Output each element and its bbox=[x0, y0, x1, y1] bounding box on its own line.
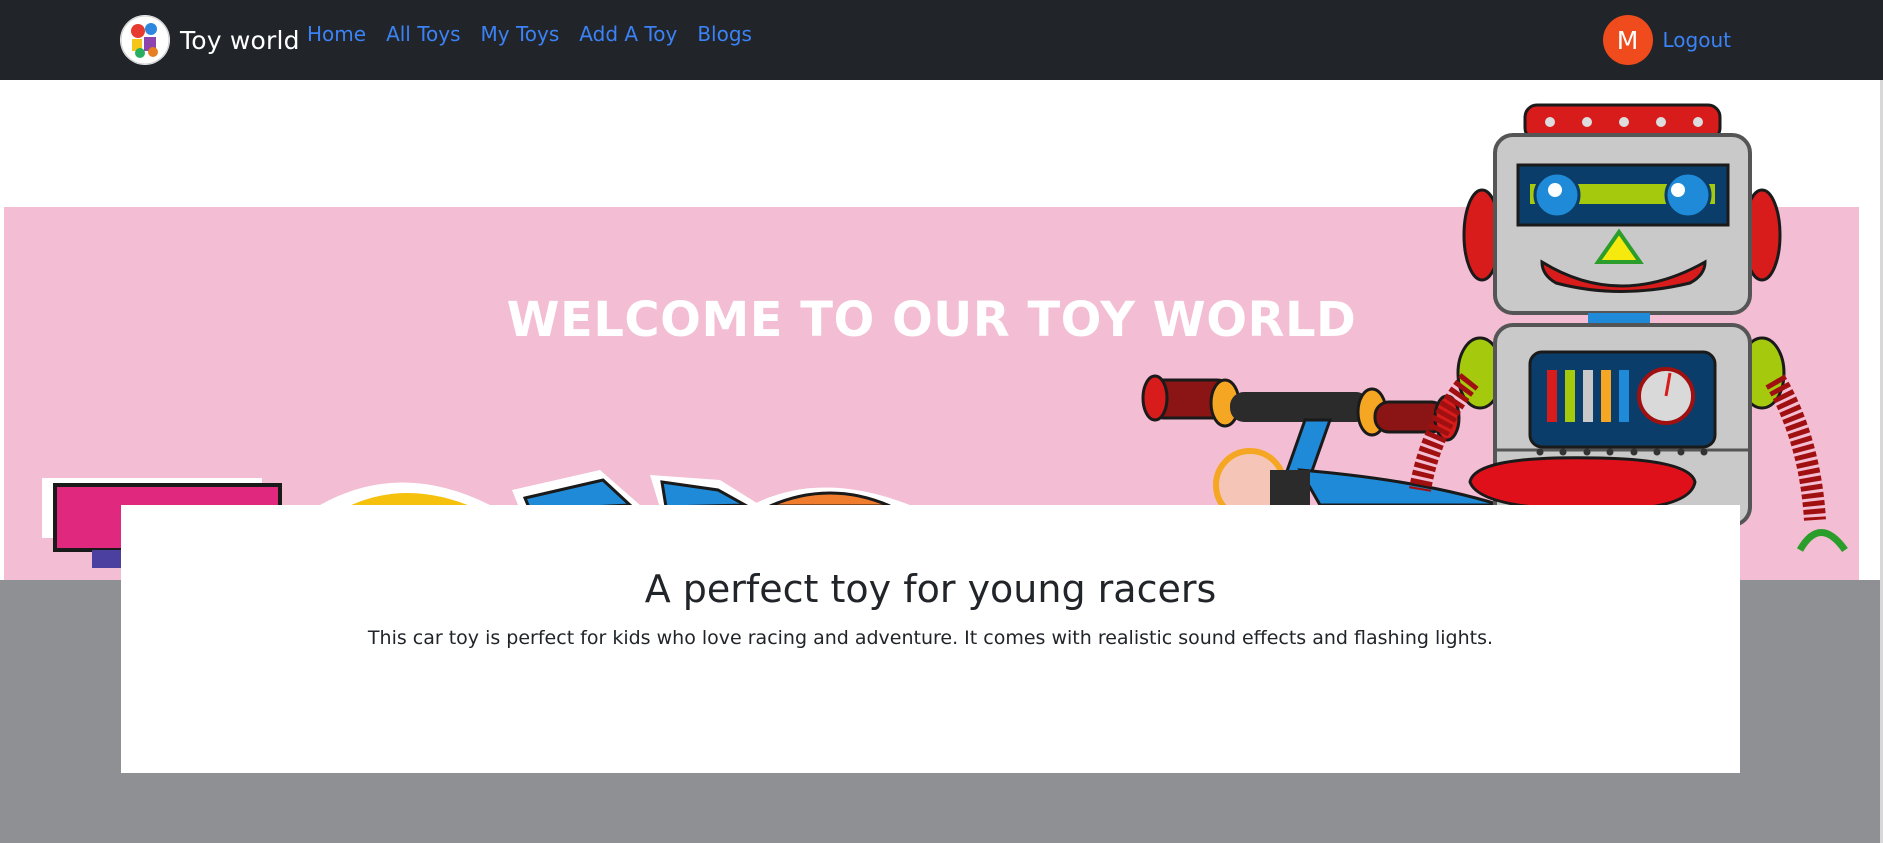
brand[interactable]: Toy world bbox=[120, 10, 300, 70]
nav-link-blogs[interactable]: Blogs bbox=[697, 22, 752, 46]
hero-title: WELCOME TO OUR TOY WORLD bbox=[506, 292, 1357, 348]
nav-link-home[interactable]: Home bbox=[307, 22, 366, 46]
avatar[interactable]: M bbox=[1602, 15, 1653, 65]
navbar: Toy world Home All Toys My Toys Add A To… bbox=[0, 0, 1883, 80]
nav-user-area: M Logout bbox=[1602, 10, 1731, 70]
toy-world-logo-icon bbox=[120, 15, 170, 65]
card-title: A perfect toy for young racers bbox=[644, 567, 1217, 611]
logout-link[interactable]: Logout bbox=[1663, 28, 1731, 52]
nav-link-all-toys[interactable]: All Toys bbox=[386, 22, 460, 46]
feature-card: A perfect toy for young racers This car … bbox=[121, 505, 1740, 773]
brand-name[interactable]: Toy world bbox=[180, 26, 300, 55]
nav-links: Home All Toys My Toys Add A Toy Blogs bbox=[307, 22, 772, 46]
card-description: This car toy is perfect for kids who lov… bbox=[367, 627, 1494, 649]
nav-link-my-toys[interactable]: My Toys bbox=[481, 22, 560, 46]
nav-link-add-a-toy[interactable]: Add A Toy bbox=[579, 22, 677, 46]
